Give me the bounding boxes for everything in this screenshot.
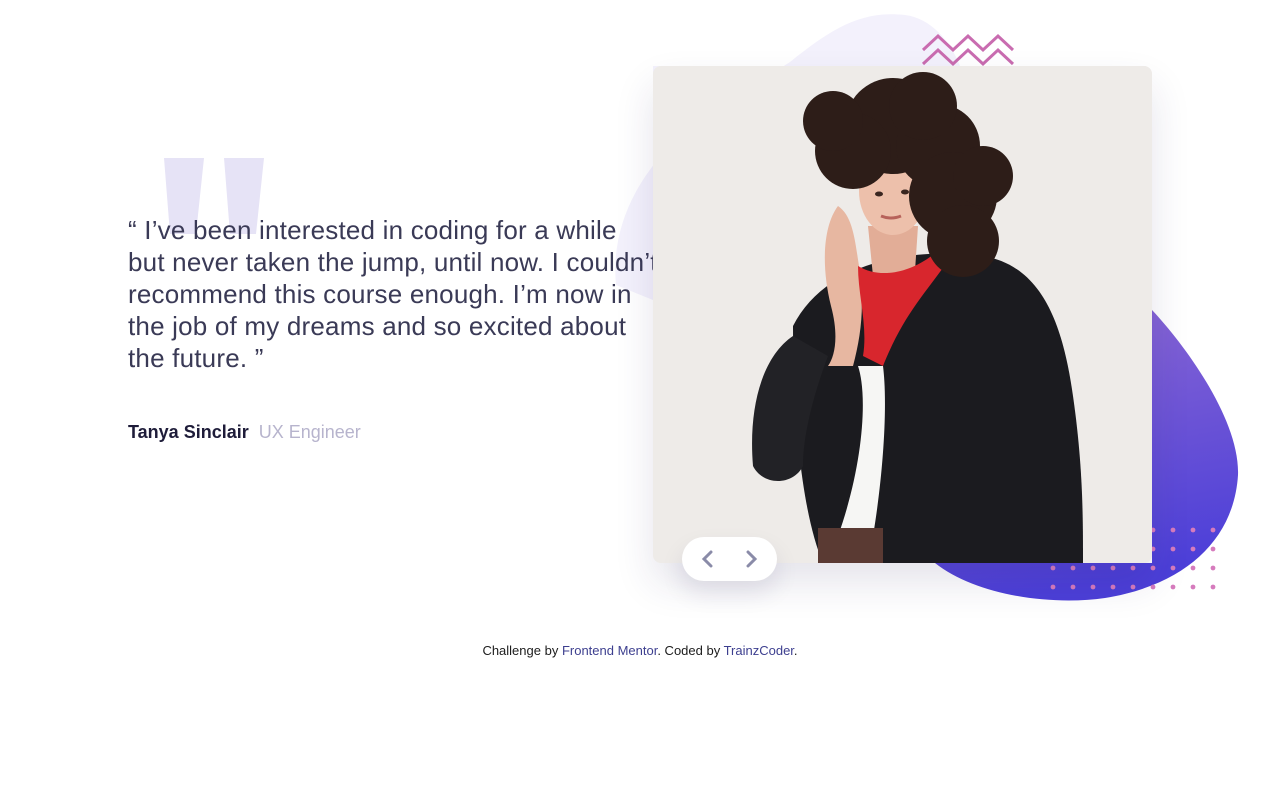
decorative-dot (1210, 546, 1216, 552)
portrait-image (653, 66, 1152, 563)
decorative-dot (1110, 565, 1116, 571)
previous-button[interactable] (694, 546, 720, 572)
author-photo (653, 66, 1152, 563)
decorative-dot (1130, 565, 1136, 571)
testimonial-page: “ I’ve been interested in coding for a w… (0, 0, 1280, 800)
author-role: UX Engineer (258, 422, 361, 442)
decorative-dot (1170, 546, 1176, 552)
decorative-dot (1090, 565, 1096, 571)
decorative-dot (1050, 584, 1056, 590)
decorative-dot (1070, 584, 1076, 590)
decorative-dot (1190, 565, 1196, 571)
author-name: Tanya Sinclair (128, 422, 249, 442)
decorative-dot (1050, 565, 1056, 571)
decorative-dot (1170, 584, 1176, 590)
decorative-dot (1210, 565, 1216, 571)
next-button[interactable] (739, 546, 765, 572)
slider-navigation (682, 537, 777, 581)
footer-suffix: . (793, 643, 798, 658)
decorative-dot (1190, 527, 1196, 533)
decorative-dot (1210, 584, 1216, 590)
footer-middle: . Coded by (657, 643, 724, 658)
author-link[interactable]: TrainzCoder (724, 643, 794, 658)
footer-prefix: Challenge by (482, 643, 562, 658)
testimonial-quote: “ I’ve been interested in coding for a w… (128, 215, 658, 373)
decorative-dot (1110, 584, 1116, 590)
decorative-dot (1150, 584, 1156, 590)
decorative-dot (1170, 565, 1176, 571)
decorative-dot (1190, 546, 1196, 552)
decorative-dot (1190, 584, 1196, 590)
attribution-footer: Challenge by Frontend Mentor. Coded by T… (0, 643, 1280, 658)
testimonial-author: Tanya Sinclair UX Engineer (128, 420, 361, 444)
frontend-mentor-link[interactable]: Frontend Mentor (562, 643, 657, 658)
decorative-dot (1130, 584, 1136, 590)
chevron-left-icon (701, 550, 713, 568)
decorative-dot (1150, 565, 1156, 571)
chevron-right-icon (746, 550, 758, 568)
decorative-dot (1090, 584, 1096, 590)
decorative-dot (1210, 527, 1216, 533)
decorative-dot (1170, 527, 1176, 533)
decorative-dot (1070, 565, 1076, 571)
